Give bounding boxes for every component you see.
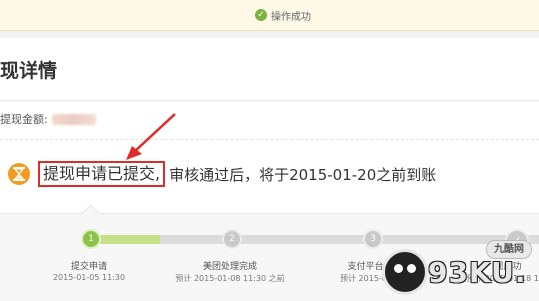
progress-pointer [81,204,100,223]
check-icon: ✓ [255,9,267,21]
watermark-text: 93KU. [428,256,527,289]
toast-message: 操作成功 [271,11,311,23]
success-toast: ✓ 操作成功 [0,0,539,31]
title-divider [0,100,539,101]
amount-label: 提现金额: [0,113,48,126]
step-1-label: 提交申请 [70,262,107,272]
watermark-badge: 九酷网 [486,240,532,259]
progress-track-pending [160,235,539,244]
step-1-circle: 1 [81,229,101,249]
status-message: 审核通过后，将于2015-01-20之前到账 [169,165,437,184]
step-2-date: 预计 2015-01-08 11:30 之前 [175,274,285,283]
step-1-date: 2015-01-05 11:30 [52,273,126,282]
hourglass-icon [8,163,30,185]
status-row: 提现申请已提交, 审核通过后，将于2015-01-20之前到账 [8,160,436,188]
progress-track-done [95,235,160,244]
status-highlight: 提现申请已提交, [38,161,166,187]
toast-content: ✓ 操作成功 [255,8,311,23]
page-title: 现详情 [0,60,58,82]
watermark-logo-icon [382,249,428,295]
amount-value-blurred [51,113,96,125]
step-2-label: 美团处理完成 [202,262,257,272]
step-3-circle: 3 [363,229,383,249]
step-2-circle: 2 [222,229,242,249]
amount-row: 提现金额: [0,111,96,127]
amount-divider [0,139,539,140]
